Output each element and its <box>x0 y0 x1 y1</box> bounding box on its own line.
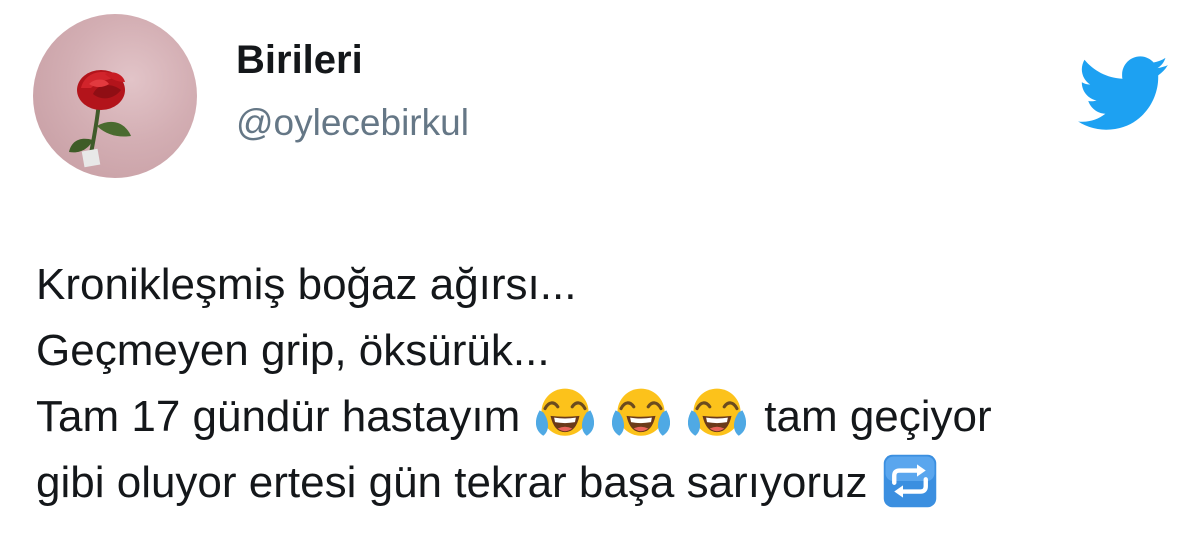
twitter-bird-icon <box>1078 56 1170 132</box>
face-with-tears-of-joy-icon <box>612 385 671 443</box>
tweet-card: Birileri @oylecebirkul Kronikleşmiş boğa… <box>0 0 1200 544</box>
tweet-line-3-end: tam geçiyor <box>764 392 992 441</box>
tweet-text: Kronikleşmiş boğaz ağırsı... Geçmeyen gr… <box>36 252 1186 516</box>
tweet-line-3: Tam 17 gündür hastayım tam geçiyor <box>36 384 1186 450</box>
tweet-line-1: Kronikleşmiş boğaz ağırsı... <box>36 260 577 309</box>
tweet-line-4-text: gibi oluyor ertesi gün tekrar başa sarıy… <box>36 458 868 507</box>
tweet-line-4: gibi oluyor ertesi gün tekrar başa sarıy… <box>36 450 1186 516</box>
rose-image <box>69 70 131 168</box>
face-with-tears-of-joy-icon <box>536 385 595 443</box>
tweet-line-2: Geçmeyen grip, öksürük... <box>36 326 550 375</box>
user-handle[interactable]: @oylecebirkul <box>236 100 469 146</box>
display-name[interactable]: Birileri <box>236 36 363 84</box>
avatar[interactable] <box>33 14 197 178</box>
face-with-tears-of-joy-icon <box>688 385 747 443</box>
tweet-line-3-text: Tam 17 gündür hastayım <box>36 392 521 441</box>
repeat-button-icon <box>882 453 938 509</box>
